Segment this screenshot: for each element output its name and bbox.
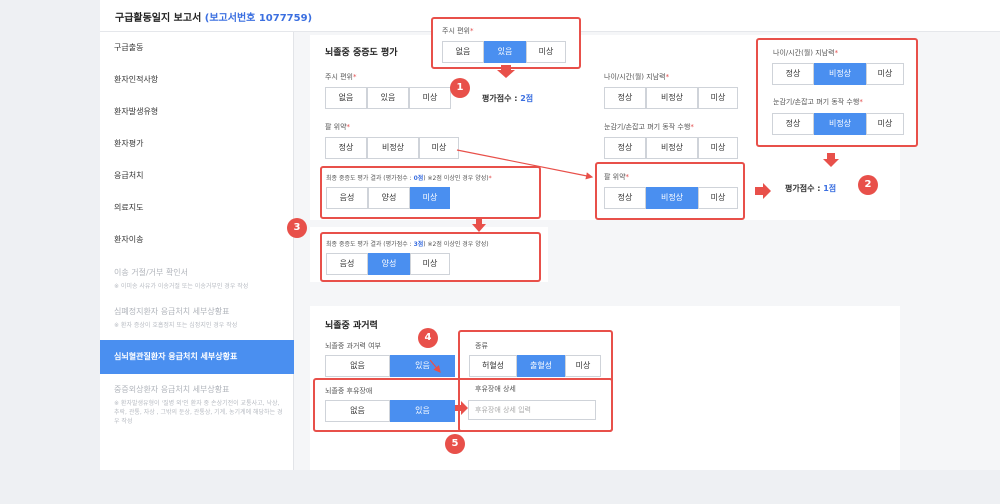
arrow-down-icon [497, 65, 515, 78]
step-badge-3: 3 [287, 218, 307, 238]
arrow-down-icon [472, 219, 486, 232]
annotation-arrows [429, 65, 839, 415]
arrow-right-icon [455, 401, 468, 415]
connector-arrow [456, 149, 594, 180]
step-badge-5: 5 [445, 434, 465, 454]
connector-arrow [429, 359, 441, 373]
step-badge-1: 1 [450, 78, 470, 98]
arrow-right-icon [755, 183, 771, 199]
step-badge-2: 2 [858, 175, 878, 195]
arrow-down-icon [823, 153, 839, 167]
step-badge-4: 4 [418, 328, 438, 348]
